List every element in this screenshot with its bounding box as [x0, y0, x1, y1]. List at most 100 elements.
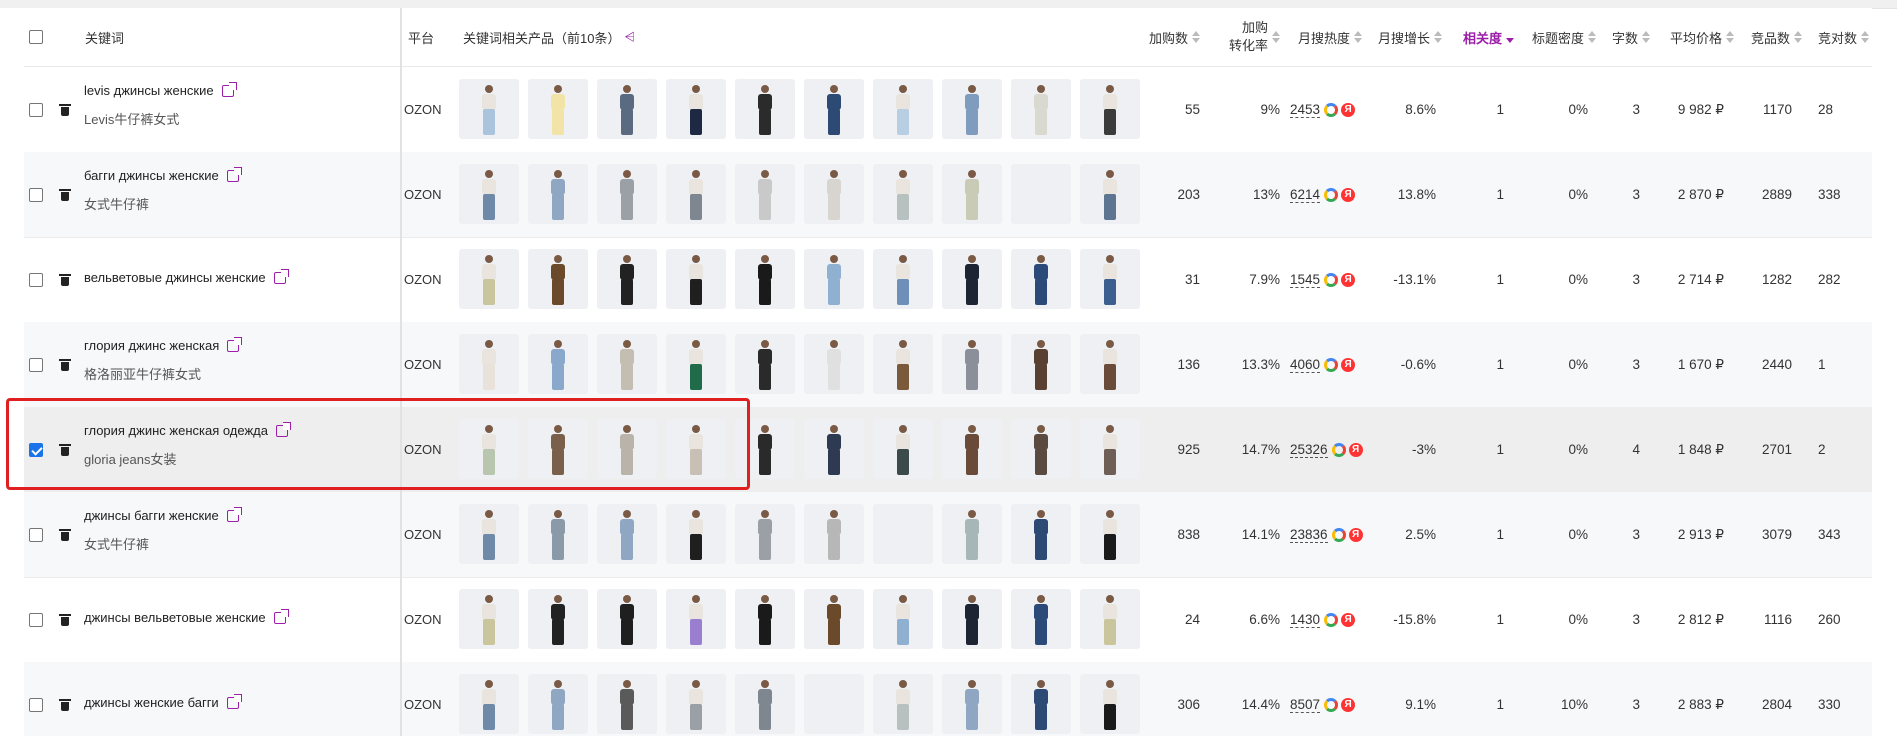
product-thumbnail[interactable] [804, 249, 864, 309]
product-thumbnail[interactable] [942, 589, 1002, 649]
product-thumbnail[interactable] [528, 164, 588, 224]
row-checkbox[interactable] [29, 102, 43, 117]
row-checkbox[interactable] [29, 357, 43, 372]
product-thumbnail[interactable] [666, 164, 726, 224]
trash-icon[interactable] [59, 698, 71, 711]
header-relevance[interactable]: 相关度 [1442, 8, 1514, 66]
google-icon[interactable] [1331, 442, 1346, 457]
yandex-icon[interactable]: Я [1341, 102, 1356, 117]
product-thumbnail[interactable] [873, 164, 933, 224]
product-thumbnail[interactable] [1011, 504, 1071, 564]
table-row[interactable]: вельветовые джинсы женские OZON 31 7.9% -13.… [24, 237, 1872, 323]
product-thumbnail[interactable] [942, 334, 1002, 394]
product-thumbnail[interactable] [528, 589, 588, 649]
product-thumbnail[interactable] [666, 334, 726, 394]
delete-cell[interactable] [59, 492, 71, 577]
row-checkbox[interactable] [29, 187, 43, 202]
sort-icon[interactable] [1861, 30, 1870, 44]
product-thumbnail[interactable] [1011, 164, 1071, 224]
google-icon[interactable] [1324, 187, 1339, 202]
external-link-icon[interactable] [226, 506, 242, 522]
product-thumbnail[interactable] [942, 674, 1002, 734]
product-thumbnail[interactable] [942, 79, 1002, 139]
row-select-cell[interactable] [24, 662, 48, 736]
delete-cell[interactable] [59, 577, 71, 662]
product-thumbnail[interactable] [666, 249, 726, 309]
monthly-heat-value[interactable]: 23836 [1290, 527, 1328, 543]
monthly-heat-value[interactable]: 2453 [1290, 102, 1321, 118]
product-thumbnail[interactable] [735, 164, 795, 224]
google-icon[interactable] [1324, 102, 1339, 117]
google-icon[interactable] [1324, 612, 1339, 627]
product-thumbnail[interactable] [666, 79, 726, 139]
product-thumbnail[interactable] [804, 419, 864, 479]
header-avg-price[interactable]: 平均价格 [1650, 8, 1734, 66]
product-thumbnail[interactable] [459, 164, 519, 224]
product-thumbnail[interactable] [735, 674, 795, 734]
row-select-cell[interactable] [24, 237, 48, 322]
product-thumbnail[interactable] [735, 334, 795, 394]
product-thumbnail[interactable] [597, 674, 657, 734]
product-thumbnail[interactable] [804, 504, 864, 564]
product-thumbnail[interactable] [873, 674, 933, 734]
product-thumbnail[interactable] [942, 249, 1002, 309]
yandex-icon[interactable]: Я [1341, 612, 1356, 627]
product-thumbnail[interactable] [1011, 419, 1071, 479]
product-thumbnail[interactable] [459, 589, 519, 649]
product-thumbnail[interactable] [735, 504, 795, 564]
table-row[interactable]: джинсы багги женские 女式牛仔裤 OZON 838 14.1% 2.5… [24, 492, 1872, 578]
row-select-cell[interactable] [24, 577, 48, 662]
table-row[interactable]: джинсы женские багги OZON 306 14.4% 9.1% 1 10%… [24, 662, 1872, 736]
product-thumbnail[interactable] [873, 79, 933, 139]
google-icon[interactable] [1324, 272, 1339, 287]
keyword-text[interactable]: вельветовые джинсы женские [84, 270, 266, 285]
product-thumbnail[interactable] [873, 589, 933, 649]
row-select-cell[interactable] [24, 152, 48, 237]
header-add-to-cart[interactable]: 加购数 [1120, 8, 1200, 66]
product-thumbnail[interactable] [735, 589, 795, 649]
yandex-icon[interactable]: Я [1341, 272, 1356, 287]
product-thumbnail[interactable] [804, 334, 864, 394]
product-thumbnail[interactable] [459, 334, 519, 394]
product-thumbnail[interactable] [1011, 334, 1071, 394]
row-select-cell[interactable] [24, 492, 48, 577]
product-thumbnail[interactable] [459, 79, 519, 139]
sort-icon[interactable] [1726, 30, 1734, 44]
monthly-heat-value[interactable]: 1430 [1290, 612, 1321, 628]
delete-cell[interactable] [59, 67, 71, 152]
trash-icon[interactable] [59, 273, 71, 286]
table-row[interactable]: levis джинсы женские Levis牛仔裤女式 OZON 55 9% 8.… [24, 67, 1872, 153]
row-checkbox[interactable] [29, 697, 43, 712]
delete-cell[interactable] [59, 322, 71, 407]
external-link-icon[interactable] [273, 608, 289, 624]
trash-icon[interactable] [59, 358, 71, 371]
product-thumbnail[interactable] [1011, 674, 1071, 734]
keyword-text[interactable]: джинсы вельветовые женские [84, 610, 266, 625]
monthly-heat-value[interactable]: 8507 [1290, 697, 1321, 713]
product-thumbnail[interactable] [735, 249, 795, 309]
keyword-text[interactable]: джинсы багги женские [84, 508, 219, 523]
header-conversion[interactable]: 加购 转化率 [1200, 8, 1280, 66]
product-thumbnail[interactable] [597, 504, 657, 564]
product-thumbnail[interactable] [597, 249, 657, 309]
trash-icon[interactable] [59, 613, 71, 626]
row-select-cell[interactable] [24, 67, 48, 152]
yandex-icon[interactable]: Я [1348, 442, 1363, 457]
select-all-cell[interactable] [24, 8, 48, 66]
product-thumbnail[interactable] [942, 419, 1002, 479]
row-select-cell[interactable] [24, 322, 48, 407]
product-thumbnail[interactable] [804, 589, 864, 649]
product-thumbnail[interactable] [666, 589, 726, 649]
google-icon[interactable] [1324, 697, 1339, 712]
sort-icon[interactable] [1588, 30, 1596, 44]
yandex-icon[interactable]: Я [1341, 357, 1356, 372]
select-all-checkbox[interactable] [29, 30, 43, 44]
product-thumbnail[interactable] [666, 504, 726, 564]
table-row[interactable]: джинсы вельветовые женские OZON 24 6.6% -15.… [24, 577, 1872, 663]
product-thumbnail[interactable] [528, 79, 588, 139]
product-thumbnail[interactable] [1011, 589, 1071, 649]
sort-icon[interactable] [1354, 30, 1362, 44]
delete-cell[interactable] [59, 237, 71, 322]
product-thumbnail[interactable] [1011, 249, 1071, 309]
trash-icon[interactable] [59, 528, 71, 541]
